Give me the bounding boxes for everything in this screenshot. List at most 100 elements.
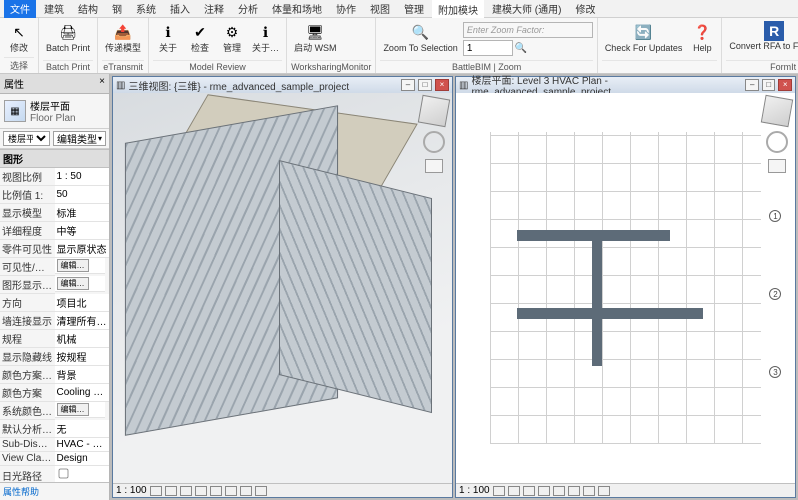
property-value[interactable]: 背景 — [55, 366, 110, 384]
grid-bubble[interactable]: 2 — [769, 288, 781, 300]
property-row[interactable]: 零件可见性显示原状态 — [0, 240, 109, 258]
maximize-button[interactable]: □ — [418, 79, 432, 91]
menu-tab-addins[interactable]: 附加模块 — [432, 0, 484, 19]
property-row[interactable]: Sub-DisciplineHVAC - Design — [0, 438, 109, 452]
check-button[interactable]: ✔检查 — [185, 20, 215, 54]
batch-print-button[interactable]: 🖨Batch Print — [43, 20, 93, 54]
properties-grid[interactable]: 图形 视图比例1 : 50比例值 1:50显示模型标准详细程度中等零件可见性显示… — [0, 149, 109, 482]
property-row[interactable]: 默认分析显示…无 — [0, 420, 109, 438]
property-row[interactable]: 方向项目北 — [0, 294, 109, 312]
property-value[interactable]: 编辑… — [55, 276, 105, 292]
minimize-button[interactable]: – — [401, 79, 415, 91]
zoom-to-selection-button[interactable]: 🔍Zoom To Selection — [380, 20, 460, 54]
status-icon[interactable] — [180, 486, 192, 496]
view-scale[interactable]: 1 : 100 — [116, 485, 147, 496]
menu-tab[interactable]: 系统 — [130, 0, 162, 18]
property-row[interactable]: 显示模型标准 — [0, 204, 109, 222]
menu-tab[interactable]: 协作 — [330, 0, 362, 18]
property-value[interactable]: Design — [55, 452, 110, 466]
status-icon[interactable] — [553, 486, 565, 496]
check-updates-button[interactable]: 🔄Check For Updates — [602, 20, 686, 54]
property-row[interactable]: 视图比例1 : 50 — [0, 168, 109, 186]
menu-tab[interactable]: 视图 — [364, 0, 396, 18]
status-icon[interactable] — [493, 486, 505, 496]
nav-button[interactable] — [425, 159, 443, 173]
status-icon[interactable] — [538, 486, 550, 496]
property-row[interactable]: View Classifi…Design — [0, 452, 109, 466]
property-value[interactable]: 中等 — [55, 222, 110, 240]
menu-tab[interactable]: 结构 — [72, 0, 104, 18]
menu-tab[interactable]: 建模大师 (通用) — [486, 0, 567, 18]
property-row[interactable]: 显示隐藏线按规程 — [0, 348, 109, 366]
minimize-button[interactable]: – — [745, 79, 759, 91]
property-row[interactable]: 墙连接显示清理所有墙连接 — [0, 312, 109, 330]
edit-type-button[interactable]: 编辑类型 — [53, 131, 106, 146]
property-row[interactable]: 详细程度中等 — [0, 222, 109, 240]
modify-button[interactable]: ↖修改 — [4, 20, 34, 54]
steering-wheel[interactable] — [766, 131, 788, 153]
property-value[interactable]: 无 — [55, 420, 110, 438]
close-icon[interactable]: × — [99, 76, 105, 91]
property-value[interactable]: 机械 — [55, 330, 110, 348]
status-icon[interactable] — [210, 486, 222, 496]
property-value[interactable]: 编辑… — [55, 402, 105, 418]
view-scale[interactable]: 1 : 100 — [459, 485, 490, 496]
property-row[interactable]: 可见性/图形…编辑… — [0, 258, 109, 276]
grid-bubble[interactable]: 3 — [769, 366, 781, 378]
status-icon[interactable] — [225, 486, 237, 496]
property-row[interactable]: 日光路径 — [0, 466, 109, 483]
menu-tab[interactable]: 体量和场地 — [266, 0, 328, 18]
property-value[interactable]: 项目北 — [55, 294, 110, 312]
menu-tab[interactable]: 注释 — [198, 0, 230, 18]
zoom-factor-input[interactable] — [463, 40, 513, 56]
status-icon[interactable] — [568, 486, 580, 496]
nav-button[interactable] — [768, 159, 786, 173]
element-selector[interactable]: 楼层平面: Level 3 H — [3, 131, 50, 146]
status-icon[interactable] — [255, 486, 267, 496]
status-icon[interactable] — [165, 486, 177, 496]
menu-tab[interactable]: 分析 — [232, 0, 264, 18]
property-row[interactable]: 系统颜色方案编辑… — [0, 402, 109, 420]
property-value[interactable]: 按规程 — [55, 348, 110, 366]
menu-tab[interactable]: 修改 — [569, 0, 601, 18]
help-button[interactable]: ❓Help — [687, 20, 717, 54]
menu-tab[interactable]: 建筑 — [38, 0, 70, 18]
property-row[interactable]: 颜色方案位置背景 — [0, 366, 109, 384]
property-value[interactable]: 1 : 50 — [55, 168, 110, 186]
status-icon[interactable] — [195, 486, 207, 496]
menu-tab[interactable]: 管理 — [398, 0, 430, 18]
status-icon[interactable] — [240, 486, 252, 496]
property-value[interactable]: Cooling Load — [55, 384, 110, 402]
view-canvas-plan[interactable]: 1 2 3 — [456, 93, 795, 483]
close-button[interactable]: × — [435, 79, 449, 91]
steering-wheel[interactable] — [423, 131, 445, 153]
status-icon[interactable] — [598, 486, 610, 496]
property-value[interactable] — [55, 466, 110, 483]
file-tab[interactable]: 文件 — [4, 0, 36, 18]
etransmit-button[interactable]: 📤传递模型 — [102, 20, 144, 54]
property-row[interactable]: 图形显示选项编辑… — [0, 276, 109, 294]
property-row[interactable]: 比例值 1:50 — [0, 186, 109, 204]
view-canvas-3d[interactable] — [113, 93, 452, 483]
property-value[interactable]: 编辑… — [55, 258, 105, 274]
property-value[interactable]: 显示原状态 — [55, 240, 110, 258]
property-value[interactable]: 标准 — [55, 204, 110, 222]
menu-tab[interactable]: 钢 — [106, 0, 128, 18]
property-value[interactable]: HVAC - Design — [55, 438, 110, 452]
about-button[interactable]: ℹ关于 — [153, 20, 183, 54]
search-icon[interactable]: 🔍 — [515, 43, 527, 54]
convert-rfa-button[interactable]: RConvert RFA to FormIt — [726, 20, 798, 52]
viewcube[interactable] — [418, 95, 450, 127]
manage-button[interactable]: ⚙管理 — [217, 20, 247, 54]
property-value[interactable]: 50 — [55, 186, 110, 204]
grid-bubble[interactable]: 1 — [769, 210, 781, 222]
menu-tab[interactable]: 插入 — [164, 0, 196, 18]
status-icon[interactable] — [508, 486, 520, 496]
maximize-button[interactable]: □ — [762, 79, 776, 91]
viewcube[interactable] — [761, 95, 793, 127]
status-icon[interactable] — [150, 486, 162, 496]
wsm-button[interactable]: 🖥启动 WSM — [291, 20, 340, 54]
status-icon[interactable] — [583, 486, 595, 496]
about2-button[interactable]: ℹ关于… — [249, 20, 282, 54]
property-row[interactable]: 规程机械 — [0, 330, 109, 348]
